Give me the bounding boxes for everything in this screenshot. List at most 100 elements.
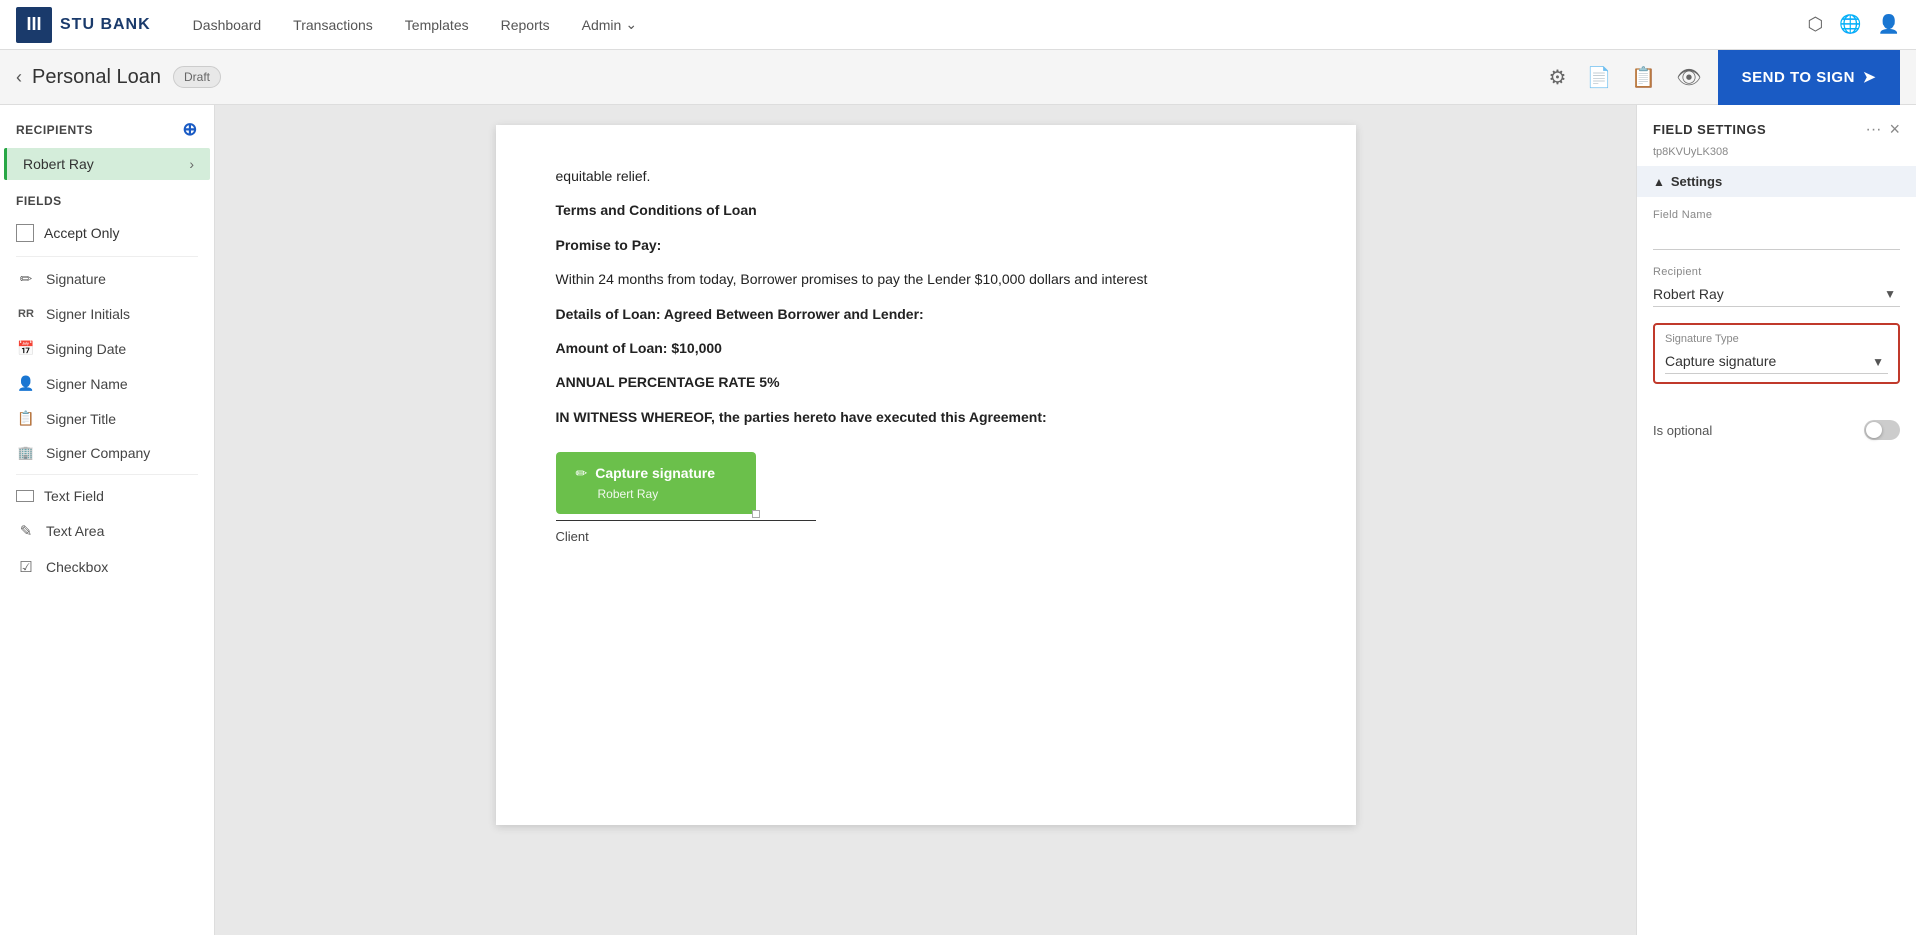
signer-initials-icon: RR [16, 308, 36, 320]
settings-gear-icon[interactable]: ⚙ [1545, 61, 1571, 94]
doc-para-6: Amount of Loan: $10,000 [556, 337, 1296, 359]
signing-date-icon: 📅 [16, 340, 36, 357]
divider2 [16, 474, 198, 475]
field-signer-company-label: Signer Company [46, 445, 150, 461]
nav-admin[interactable]: Admin ⌄ [570, 10, 649, 39]
client-label: Client [556, 527, 1296, 548]
field-signer-name-label: Signer Name [46, 376, 128, 392]
document-download-icon[interactable]: 📋 [1627, 61, 1660, 94]
recipient-select-wrapper: Robert Ray ▼ [1653, 282, 1900, 307]
field-signing-date[interactable]: 📅 Signing Date [0, 331, 214, 366]
toggle-knob [1866, 422, 1882, 438]
recipient-name: Robert Ray [23, 156, 94, 172]
recipient-group: Recipient Robert Ray ▼ [1653, 266, 1900, 307]
field-text-field-label: Text Field [44, 488, 104, 504]
add-recipient-button[interactable]: ⊕ [182, 119, 198, 140]
accept-only-checkbox-icon [16, 224, 34, 242]
nav-reports[interactable]: Reports [489, 11, 562, 39]
signature-type-select[interactable]: Capture signature Draw signature Type si… [1665, 349, 1888, 374]
signature-type-label: Signature Type [1665, 333, 1888, 345]
top-nav: III STU BANK Dashboard Transactions Temp… [0, 0, 1916, 50]
field-signer-title[interactable]: 📋 Signer Title [0, 401, 214, 436]
field-signature[interactable]: ✏ Signature [0, 261, 214, 297]
right-panel: FIELD SETTINGS ··· × tp8KVUyLK308 ▲ Sett… [1636, 105, 1916, 935]
signature-field[interactable]: ✏ Capture signature Robert Ray [556, 452, 756, 514]
fields-title: FIELDS [0, 180, 214, 214]
field-signer-name[interactable]: 👤 Signer Name [0, 366, 214, 401]
main-layout: RECIPIENTS ⊕ Robert Ray › FIELDS Accept … [0, 105, 1916, 935]
left-sidebar: RECIPIENTS ⊕ Robert Ray › FIELDS Accept … [0, 105, 215, 935]
eye-icon[interactable]: 👁 [1672, 61, 1705, 94]
panel-close-button[interactable]: × [1889, 119, 1900, 140]
doc-para-3: Promise to Pay: [556, 234, 1296, 256]
nav-templates[interactable]: Templates [393, 11, 481, 39]
field-name-group: Field Name [1653, 209, 1900, 250]
signature-icon: ✏ [16, 270, 36, 288]
send-to-sign-button[interactable]: SEND TO SIGN ➤ [1718, 50, 1900, 105]
back-button[interactable]: ‹ [16, 67, 22, 88]
chevron-right-icon: › [189, 156, 194, 172]
is-optional-toggle[interactable] [1864, 420, 1900, 440]
signer-company-icon: 🏢 [16, 445, 36, 461]
panel-header: FIELD SETTINGS ··· × [1637, 105, 1916, 146]
panel-more-button[interactable]: ··· [1866, 121, 1882, 139]
panel-section-label: Settings [1671, 174, 1722, 189]
field-text-area[interactable]: ✎ Text Area [0, 513, 214, 549]
panel-settings-section: ▲ Settings [1637, 166, 1916, 197]
panel-title: FIELD SETTINGS [1653, 122, 1766, 137]
recipients-section: RECIPIENTS ⊕ [0, 105, 214, 148]
brand-name: STU BANK [60, 16, 151, 34]
accept-only-label: Accept Only [44, 225, 119, 241]
recipient-label: Recipient [1653, 266, 1900, 278]
send-arrow-icon: ➤ [1863, 68, 1876, 86]
doc-para-1: equitable relief. [556, 165, 1296, 187]
field-checkbox-label: Checkbox [46, 559, 108, 575]
accept-only-item[interactable]: Accept Only [0, 214, 214, 252]
network-icon[interactable]: ⬡ [1807, 14, 1823, 35]
document-preview-icon[interactable]: 📄 [1582, 61, 1615, 94]
sig-sub-label: Robert Ray [576, 485, 736, 504]
is-optional-row: Is optional [1637, 412, 1916, 448]
sub-header: ‹ Personal Loan Draft ⚙ 📄 📋 👁 SEND TO SI… [0, 50, 1916, 105]
doc-para-5: Details of Loan: Agreed Between Borrower… [556, 303, 1296, 325]
panel-field-id: tp8KVUyLK308 [1637, 146, 1916, 166]
sig-pencil-icon: ✏ [576, 462, 588, 484]
is-optional-label: Is optional [1653, 423, 1712, 438]
text-field-icon [16, 490, 34, 502]
field-checkbox[interactable]: ☑ Checkbox [0, 549, 214, 585]
resize-handle[interactable] [752, 510, 760, 518]
field-text-field[interactable]: Text Field [0, 479, 214, 513]
globe-icon[interactable]: 🌐 [1839, 14, 1861, 35]
field-signer-initials-label: Signer Initials [46, 306, 130, 322]
logo-icon: III [16, 7, 52, 43]
signature-type-group: Signature Type Capture signature Draw si… [1653, 323, 1900, 384]
field-name-label: Field Name [1653, 209, 1900, 221]
signature-block: ✏ Capture signature Robert Ray Client [556, 452, 1296, 547]
signer-name-icon: 👤 [16, 375, 36, 392]
field-signer-initials[interactable]: RR Signer Initials [0, 297, 214, 331]
doc-para-8: IN WITNESS WHEREOF, the parties hereto h… [556, 406, 1296, 428]
recipients-title: RECIPIENTS [16, 123, 93, 137]
checkbox-field-icon: ☑ [16, 558, 36, 576]
nav-transactions[interactable]: Transactions [281, 11, 385, 39]
chevron-down-icon: ⌄ [625, 16, 637, 33]
page-title: Personal Loan [32, 66, 161, 89]
draft-badge: Draft [173, 66, 221, 88]
field-name-input[interactable] [1653, 225, 1900, 250]
nav-links: Dashboard Transactions Templates Reports… [181, 10, 649, 39]
panel-chevron-icon: ▲ [1653, 175, 1665, 189]
recipient-select[interactable]: Robert Ray [1653, 282, 1900, 306]
text-area-icon: ✎ [16, 522, 36, 540]
user-icon[interactable]: 👤 [1878, 14, 1900, 35]
doc-para-7: ANNUAL PERCENTAGE RATE 5% [556, 371, 1296, 393]
field-signer-company[interactable]: 🏢 Signer Company [0, 436, 214, 470]
divider [16, 256, 198, 257]
document-page: equitable relief. Terms and Conditions o… [496, 125, 1356, 825]
signer-title-icon: 📋 [16, 410, 36, 427]
doc-para-2: Terms and Conditions of Loan [556, 199, 1296, 221]
field-settings-form: Field Name Recipient Robert Ray ▼ Signat… [1637, 197, 1916, 412]
recipient-robert-ray[interactable]: Robert Ray › [4, 148, 210, 180]
field-signing-date-label: Signing Date [46, 341, 126, 357]
field-signature-label: Signature [46, 271, 106, 287]
nav-dashboard[interactable]: Dashboard [181, 11, 274, 39]
